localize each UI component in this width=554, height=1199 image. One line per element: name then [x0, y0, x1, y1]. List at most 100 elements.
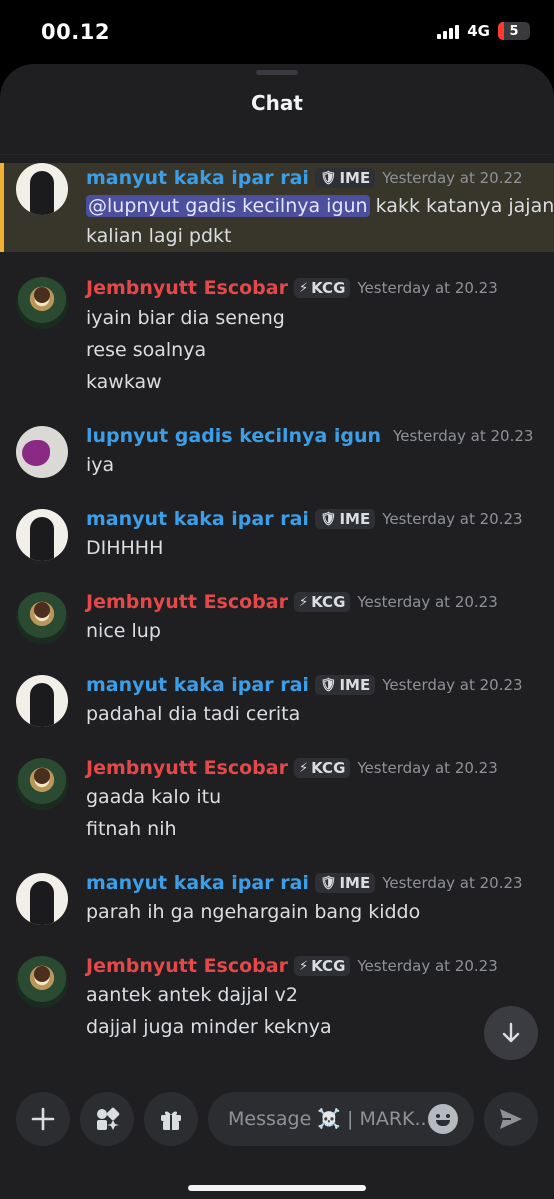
- message-text: padahal dia tadi cerita: [86, 703, 301, 725]
- plus-icon: [31, 1107, 55, 1131]
- avatar[interactable]: [16, 426, 68, 478]
- status-time: 00.12: [41, 20, 110, 44]
- avatar[interactable]: [16, 956, 68, 1008]
- guild-tag[interactable]: ⚡ KCG: [293, 956, 351, 976]
- lightning-icon: ⚡: [298, 594, 309, 610]
- username[interactable]: manyut kaka ipar rai: [86, 674, 309, 696]
- apps-button[interactable]: [80, 1092, 134, 1146]
- home-indicator[interactable]: [188, 1185, 366, 1191]
- message-text: dajjal juga minder keknya: [86, 1016, 332, 1038]
- timestamp: Yesterday at 20.23: [382, 676, 523, 694]
- divider: [0, 154, 554, 155]
- message-input[interactable]: [226, 1107, 428, 1131]
- guild-tag-label: IME: [339, 874, 371, 892]
- battery-icon: 5: [498, 22, 530, 40]
- add-attachment-button[interactable]: [16, 1092, 70, 1146]
- avatar[interactable]: [16, 675, 68, 727]
- message-text: rese soalnya: [86, 339, 207, 361]
- avatar[interactable]: [16, 277, 68, 329]
- send-icon: [500, 1109, 522, 1129]
- guild-tag-label: KCG: [311, 759, 346, 777]
- message-row[interactable]: manyut kaka ipar rai 🛡 IME Yesterday at 2…: [0, 163, 554, 252]
- message-header: Jembnyutt Escobar ⚡ KCG Yesterday at 20.2…: [86, 591, 498, 613]
- timestamp: Yesterday at 20.23: [393, 427, 534, 445]
- message-row[interactable]: manyut kaka ipar rai 🛡 IME Yesterday at 2…: [0, 507, 554, 569]
- guild-tag[interactable]: ⚡ KCG: [293, 758, 351, 778]
- gift-button[interactable]: [144, 1092, 198, 1146]
- avatar[interactable]: [16, 758, 68, 810]
- user-mention[interactable]: @lupnyut gadis kecilnya igun: [86, 195, 370, 217]
- message-text: iya: [86, 454, 115, 476]
- jump-to-bottom-button[interactable]: [484, 1006, 538, 1060]
- message-row[interactable]: Jembnyutt Escobar ⚡ KCG Yesterday at 20.2…: [0, 756, 554, 850]
- guild-tag[interactable]: ⚡ KCG: [293, 278, 351, 298]
- message-row[interactable]: Jembnyutt Escobar ⚡ KCG Yesterday at 20.2…: [0, 590, 554, 652]
- message-composer: [0, 1078, 554, 1199]
- username[interactable]: Jembnyutt Escobar: [86, 591, 288, 613]
- message-text: aantek antek dajjal v2: [86, 984, 298, 1006]
- message-header: manyut kaka ipar rai 🛡 IME Yesterday at 2…: [86, 508, 523, 530]
- avatar[interactable]: [16, 592, 68, 644]
- message-header: manyut kaka ipar rai 🛡 IME Yesterday at 2…: [86, 167, 523, 189]
- chat-sheet: Chat manyut kaka ipar rai 🛡 IME Yesterday…: [0, 64, 554, 1199]
- timestamp: Yesterday at 20.23: [382, 874, 523, 892]
- username[interactable]: manyut kaka ipar rai: [86, 872, 309, 894]
- message-header: manyut kaka ipar rai 🛡 IME Yesterday at 2…: [86, 872, 523, 894]
- send-button[interactable]: [484, 1092, 538, 1146]
- message-input-box[interactable]: [208, 1092, 474, 1146]
- avatar[interactable]: [16, 163, 68, 215]
- message-text: fitnah nih: [86, 818, 177, 840]
- message-text: @lupnyut gadis kecilnya igun kakk katany…: [86, 195, 554, 217]
- emoji-icon[interactable]: [428, 1104, 458, 1134]
- battery-level: 5: [509, 23, 519, 39]
- username[interactable]: Jembnyutt Escobar: [86, 277, 288, 299]
- shield-icon: 🛡: [319, 170, 337, 186]
- guild-tag[interactable]: 🛡 IME: [314, 168, 376, 188]
- guild-tag[interactable]: ⚡ KCG: [293, 592, 351, 612]
- timestamp: Yesterday at 20.22: [382, 169, 523, 187]
- message-text: gaada kalo itu: [86, 786, 222, 808]
- guild-tag-label: KCG: [311, 593, 346, 611]
- guild-tag-label: IME: [339, 510, 371, 528]
- message-row[interactable]: manyut kaka ipar rai 🛡 IME Yesterday at 2…: [0, 871, 554, 933]
- shield-icon: 🛡: [319, 875, 337, 891]
- username[interactable]: Jembnyutt Escobar: [86, 757, 288, 779]
- timestamp: Yesterday at 20.23: [357, 593, 498, 611]
- timestamp: Yesterday at 20.23: [357, 957, 498, 975]
- username[interactable]: manyut kaka ipar rai: [86, 508, 309, 530]
- message-header: manyut kaka ipar rai 🛡 IME Yesterday at 2…: [86, 674, 523, 696]
- message-header: Jembnyutt Escobar ⚡ KCG Yesterday at 20.2…: [86, 955, 498, 977]
- timestamp: Yesterday at 20.23: [357, 279, 498, 297]
- avatar[interactable]: [16, 509, 68, 561]
- guild-tag-label: IME: [339, 676, 371, 694]
- message-text: nice lup: [86, 620, 161, 642]
- shield-icon: 🛡: [319, 677, 337, 693]
- lightning-icon: ⚡: [298, 280, 309, 296]
- username[interactable]: Jembnyutt Escobar: [86, 955, 288, 977]
- arrow-down-icon: [502, 1022, 520, 1043]
- message-row[interactable]: lupnyut gadis kecilnya igun Yesterday at…: [0, 424, 554, 486]
- message-header: lupnyut gadis kecilnya igun Yesterday at…: [86, 425, 533, 447]
- message-text: parah ih ga ngehargain bang kiddo: [86, 901, 421, 923]
- sheet-grabber[interactable]: [256, 70, 298, 75]
- lightning-icon: ⚡: [298, 958, 309, 974]
- message-row[interactable]: Jembnyutt Escobar ⚡ KCG Yesterday at 20.2…: [0, 273, 554, 403]
- shield-icon: 🛡: [319, 511, 337, 527]
- avatar[interactable]: [16, 873, 68, 925]
- network-label: 4G: [467, 22, 490, 40]
- username[interactable]: lupnyut gadis kecilnya igun: [86, 425, 381, 447]
- message-text-part: kakk katanya jajang: [375, 195, 554, 217]
- guild-tag[interactable]: 🛡 IME: [314, 509, 376, 529]
- guild-tag[interactable]: 🛡 IME: [314, 873, 376, 893]
- guild-tag-label: IME: [339, 169, 371, 187]
- username[interactable]: manyut kaka ipar rai: [86, 167, 309, 189]
- message-header: Jembnyutt Escobar ⚡ KCG Yesterday at 20.2…: [86, 757, 498, 779]
- status-bar: 00.12 4G 5: [0, 0, 554, 64]
- guild-tag[interactable]: 🛡 IME: [314, 675, 376, 695]
- timestamp: Yesterday at 20.23: [357, 759, 498, 777]
- message-text: DIHHHH: [86, 537, 164, 559]
- message-row[interactable]: Jembnyutt Escobar ⚡ KCG Yesterday at 20.2…: [0, 954, 554, 1048]
- gift-icon: [161, 1111, 181, 1130]
- scroll-fade: [0, 1066, 554, 1078]
- message-row[interactable]: manyut kaka ipar rai 🛡 IME Yesterday at 2…: [0, 673, 554, 735]
